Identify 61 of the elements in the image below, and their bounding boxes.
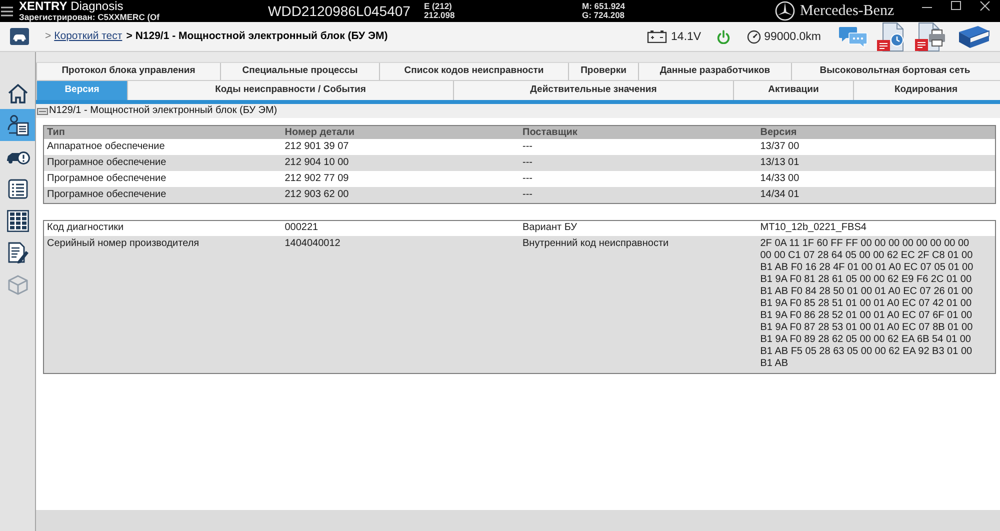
table-cell: 212 902 77 09 [284,173,349,185]
table-cell: MT10_12b_0221_FBS4 [760,221,866,235]
menu-icon[interactable] [1,6,13,16]
registration-status: Зарегистрирован: C5XXMERC (Of [19,12,160,22]
table-cell: 212 901 39 07 [284,141,349,153]
breadcrumb-link[interactable]: Короткий тест [54,30,122,43]
breadcrumb-separator: > [45,30,52,43]
table-cell: Серийный номер производителя [47,238,200,250]
engine-code-text: M: 651.924 [582,2,625,11]
person-list-icon [6,114,28,136]
vehicle-model-text: E (212) [424,2,452,11]
sidebar-button[interactable] [0,109,35,141]
table-cell: --- [522,189,532,201]
table-cell: 13/37 00 [760,141,800,153]
table-cell: Код диагностики [47,221,124,235]
table-cell: Програмное обеспечение [47,173,166,185]
table-cell: 14/33 00 [760,173,800,185]
battery-voltage: 14.1V [671,30,702,44]
breadcrumb-current: N129/1 - Мощностной электронный блок (БУ ЭМ) [135,30,388,43]
table-cell: 1404040012 [284,238,340,250]
gauge-icon [747,30,762,44]
column-header: Поставщик [522,126,578,138]
brand-name: Mercedes-Benz [800,2,894,20]
battery-icon [647,30,668,43]
table-cell: 14/34 01 [760,189,800,201]
table-cell: Аппаратное обеспечение [47,141,165,153]
home-icon [6,82,28,104]
table-cell: 000221 [284,221,318,235]
pdf-document-clock-icon[interactable] [877,22,906,52]
list-icon [8,179,28,199]
car-icon[interactable] [10,28,29,45]
engine-code-text: G: 724.208 [582,11,625,20]
column-header: Тип [47,126,65,138]
table-cell: Програмное обеспечение [47,157,166,169]
table-cell: Програмное обеспечение [47,189,166,201]
grid-icon [6,210,28,232]
power-icon [717,30,730,44]
table-cell: --- [522,141,532,153]
close-icon[interactable] [980,1,990,11]
table-cell: 13/13 01 [760,157,800,169]
book-icon[interactable] [957,24,991,50]
table-cell: --- [522,173,532,185]
table-cell: --- [522,157,532,169]
box-icon [8,275,28,295]
maximize-icon[interactable] [951,1,961,11]
vin-number: WDD2120986L045407 [268,3,410,19]
table-cell: Вариант БУ [522,221,578,235]
pdf-document-printer-icon[interactable] [915,22,946,52]
table-cell: 212 904 10 00 [284,157,349,169]
breadcrumb-separator: > [126,30,132,43]
table-cell: Внутренний код неисправности [522,238,669,250]
panel-title: N129/1 - Мощностной электронный блок (БУ ЭМ) [49,105,278,117]
speech-bubbles-icon[interactable] [838,24,868,48]
document-pen-icon [6,242,28,264]
table-cell: 2F 0A 11 1F 60 FF FF 00 00 00 00 00 00 00 00 00 00 C1 07 28 64 05 00 00 62 EC 2F C8 01 00 B1 AB F0 16 28 4F 01 00 01 A0 EC 07 05 01 00 B1 9A F0 81 28 61 05 00 00 62 E9 F6 2C 01 00 B1 AB F0 84 28 50 01 00 01 A0 EC 07 26 01 00 B1 9A F0 85 28 51 01 00 01 A0 EC 07 42 01 00 B1 9A F0 86 28 52 01 00 01 A0 EC 07 6F 01 00 B1 9A F0 87 28 53 01 00 01 A0 EC 07 8B 01 00 B1 9A F0 89 28 62 05 00 00 62 EA 6B 54 01 00 B1 AB F5 05 28 63 05 00 00 62 EA 92 B3 01 00 B1 AB [760,238,974,370]
table-cell: 212 903 62 00 [284,189,349,201]
column-header: Номер детали [284,126,355,138]
mileage-value: 99000.0km [764,30,821,44]
vehicle-model-text: 212.098 [424,11,455,20]
app-title: XENTRY Diagnosis [19,0,124,12]
column-header: Версия [760,126,797,138]
